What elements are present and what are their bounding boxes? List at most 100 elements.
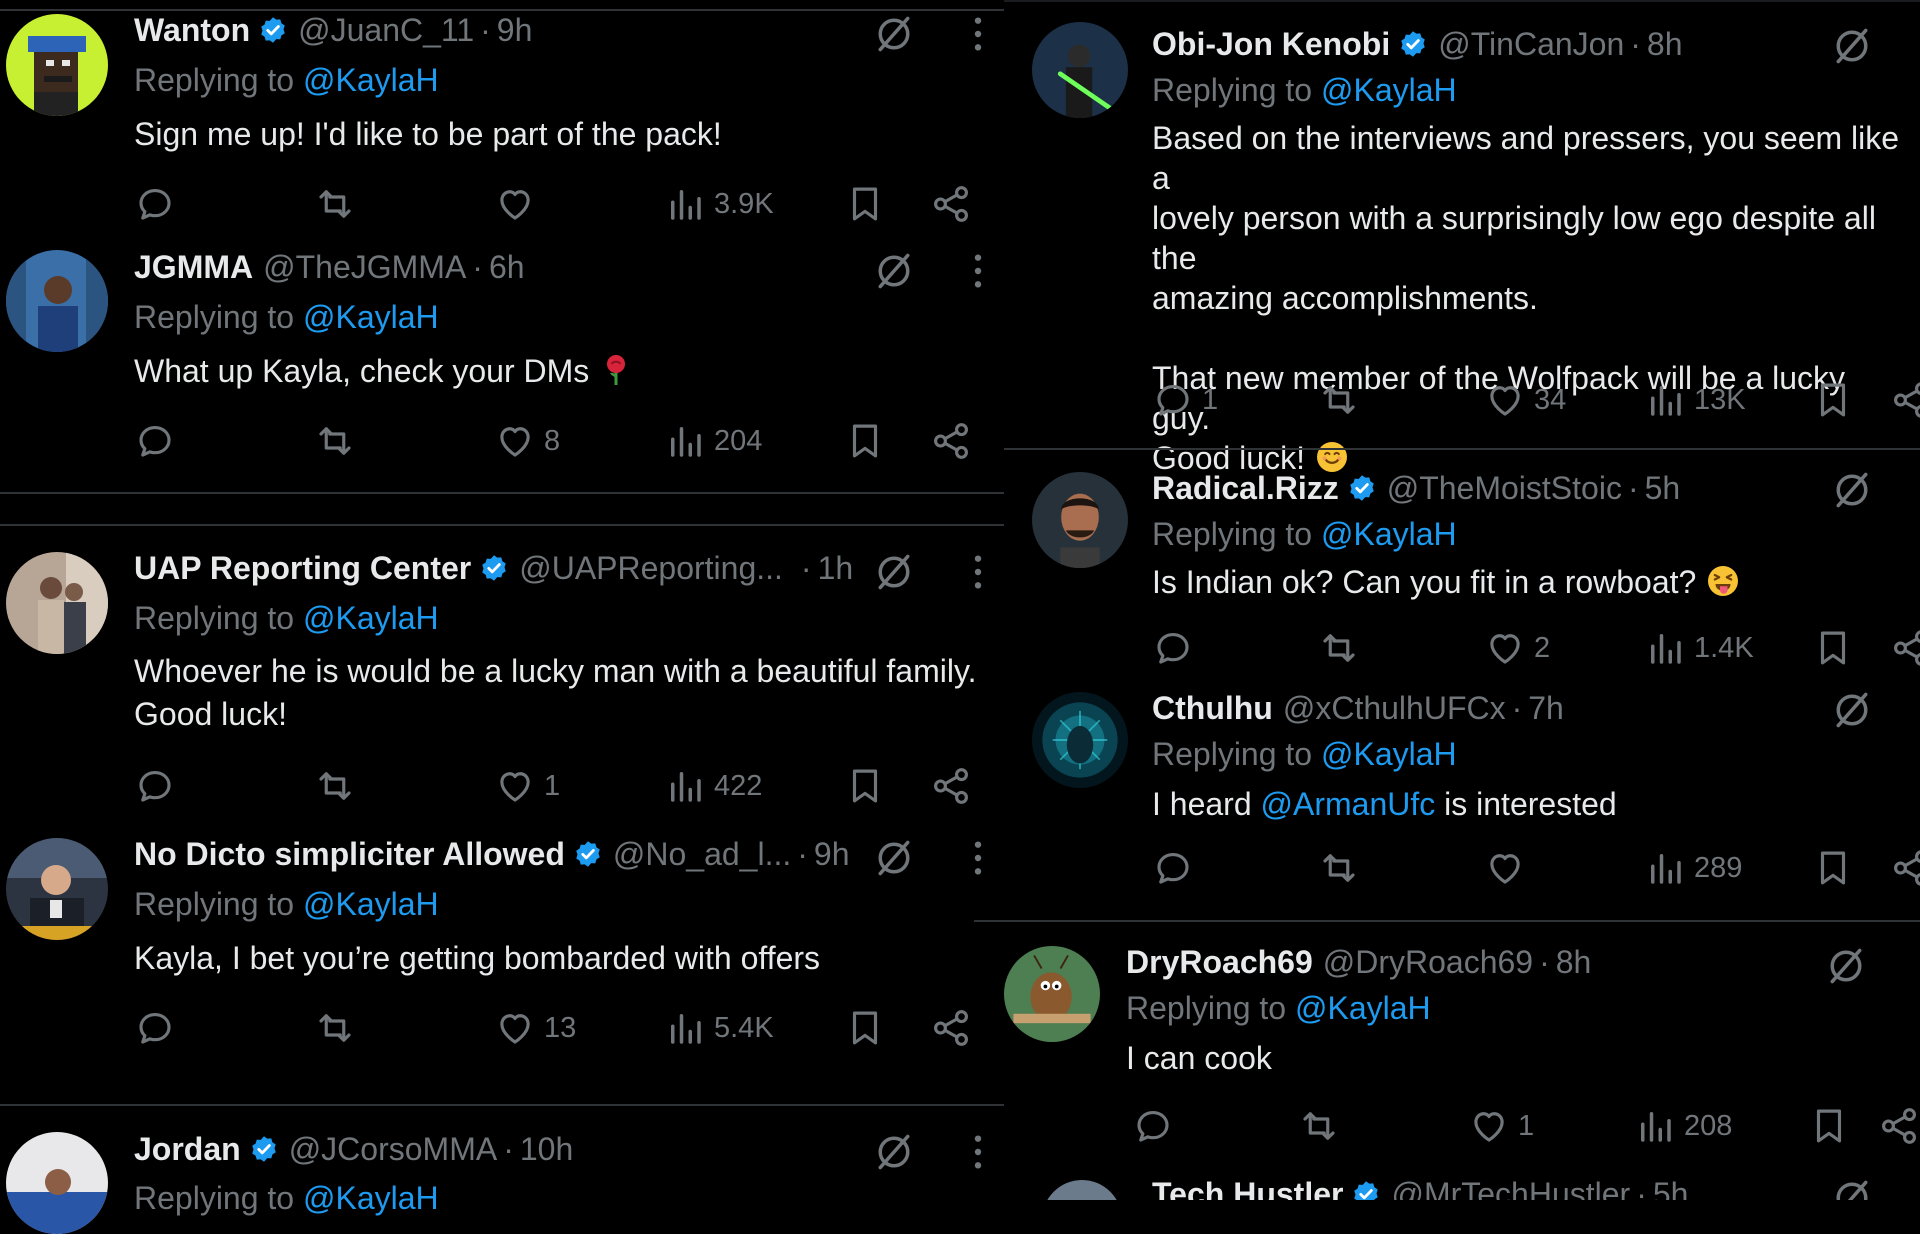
reply-button[interactable] [1132,1102,1174,1150]
timestamp[interactable]: 8h [1647,26,1683,63]
tweet-obi-jon-kenobi[interactable]: Obi-Jon Kenobi @TinCanJon · 8h Replying … [1004,0,1920,476]
share-button[interactable] [1878,1102,1920,1150]
grok-icon[interactable] [1830,24,1874,68]
more-vertical-icon[interactable] [972,1132,984,1172]
display-name[interactable]: JGMMA [134,249,253,286]
handle[interactable]: @xCthulhUFCx [1283,690,1506,727]
avatar[interactable] [1042,1180,1122,1200]
like-button[interactable] [1484,844,1526,892]
tweet-no-dicto-simpliciter-allowed[interactable]: No Dicto simpliciter Allowed @No_ad_l...… [0,830,1004,1080]
avatar[interactable] [6,552,108,654]
share-button[interactable] [930,417,972,465]
handle[interactable]: @JCorsoMMA [289,1131,498,1168]
handle[interactable]: @TheMoistStoic [1387,470,1622,507]
grok-icon[interactable] [1830,468,1874,512]
grok-icon[interactable] [872,836,916,880]
share-button[interactable] [930,762,972,810]
timestamp[interactable]: 7h [1528,690,1564,727]
avatar[interactable] [6,838,108,940]
like-button[interactable]: 1 [494,762,560,810]
avatar[interactable] [6,250,108,352]
avatar[interactable] [1032,472,1128,568]
handle[interactable]: @TheJGMMA [263,249,466,286]
bookmark-button[interactable] [844,180,886,228]
avatar[interactable] [6,1132,108,1234]
display-name[interactable]: Obi-Jon Kenobi [1152,26,1390,63]
grok-icon[interactable] [1830,688,1874,732]
avatar[interactable] [1004,946,1100,1042]
views-button[interactable]: 422 [664,762,762,810]
replying-to-mention[interactable]: @KaylaH [303,600,439,636]
display-name[interactable]: Radical.Rizz [1152,470,1339,507]
timestamp[interactable]: 9h [814,836,850,873]
display-name[interactable]: DryRoach69 [1126,944,1313,981]
timestamp[interactable]: 5h [1653,1176,1689,1201]
tweet-cthulhu[interactable]: Cthulhu @xCthulhUFCx · 7h Replying to @K… [1004,672,1920,920]
display-name[interactable]: Tech Hustler [1152,1176,1343,1201]
handle[interactable]: @TinCanJon [1438,26,1624,63]
tweet-wanton[interactable]: Wanton @JuanC_11 · 9h Replying to @Kayla… [0,0,1004,245]
reply-button[interactable] [134,762,176,810]
views-button[interactable]: 13K [1644,376,1746,424]
bookmark-button[interactable] [844,762,886,810]
replying-to-mention[interactable]: @KaylaH [303,886,439,922]
display-name[interactable]: Cthulhu [1152,690,1273,727]
tweet-jgmma[interactable]: JGMMA @TheJGMMA · 6h Replying to @KaylaH… [0,245,1004,490]
tweet-uap-reporting-center[interactable]: UAP Reporting Center @UAPReporting... · … [0,540,1004,830]
retweet-button[interactable] [1318,844,1360,892]
timestamp[interactable]: 1h [818,550,854,587]
retweet-button[interactable] [314,417,356,465]
views-button[interactable]: 208 [1634,1102,1732,1150]
bookmark-button[interactable] [1812,844,1854,892]
reply-button[interactable] [134,1004,176,1052]
more-vertical-icon[interactable] [972,838,984,878]
grok-icon[interactable] [872,12,916,56]
like-button[interactable]: 13 [494,1004,576,1052]
timestamp[interactable]: 10h [520,1131,573,1168]
grok-icon[interactable] [1824,944,1868,988]
replying-to-mention[interactable]: @KaylaH [1321,72,1457,108]
reply-button[interactable]: 1 [1152,376,1218,424]
timestamp[interactable]: 6h [489,249,525,286]
replying-to-mention[interactable]: @KaylaH [1321,736,1457,772]
grok-icon[interactable] [1830,1176,1874,1200]
tweet-mention-link[interactable]: @ArmanUfc [1261,786,1436,822]
replying-to-mention[interactable]: @KaylaH [1295,990,1431,1026]
share-button[interactable] [930,180,972,228]
replying-to-mention[interactable]: @KaylaH [1321,516,1457,552]
retweet-button[interactable] [1298,1102,1340,1150]
more-vertical-icon[interactable] [972,552,984,592]
reply-button[interactable] [134,180,176,228]
like-button[interactable]: 2 [1484,624,1550,672]
retweet-button[interactable] [314,1004,356,1052]
share-button[interactable] [1890,844,1920,892]
grok-icon[interactable] [872,249,916,293]
more-vertical-icon[interactable] [972,14,984,54]
avatar[interactable] [6,14,108,116]
tweet-dryroach69[interactable]: DryRoach69 @DryRoach69 · 8h Replying to … [1004,922,1920,1182]
bookmark-button[interactable] [844,417,886,465]
timestamp[interactable]: 5h [1645,470,1681,507]
timestamp[interactable]: 8h [1556,944,1592,981]
like-button[interactable]: 1 [1468,1102,1534,1150]
bookmark-button[interactable] [1812,376,1854,424]
retweet-button[interactable] [1318,376,1360,424]
handle[interactable]: @JuanC_11 [298,12,474,49]
avatar[interactable] [1032,692,1128,788]
share-button[interactable] [930,1004,972,1052]
retweet-button[interactable] [314,180,356,228]
reply-button[interactable] [1152,624,1194,672]
handle[interactable]: @DryRoach69 [1323,944,1533,981]
views-button[interactable]: 3.9K [664,180,774,228]
like-button[interactable] [494,180,536,228]
display-name[interactable]: No Dicto simpliciter Allowed [134,836,565,873]
views-button[interactable]: 289 [1644,844,1742,892]
retweet-button[interactable] [1318,624,1360,672]
handle[interactable]: @No_ad_l... [613,836,791,873]
more-vertical-icon[interactable] [972,251,984,291]
handle[interactable]: @UAPReporting... [519,550,783,587]
views-button[interactable]: 1.4K [1644,624,1754,672]
views-button[interactable]: 204 [664,417,762,465]
reply-button[interactable] [1152,844,1194,892]
display-name[interactable]: Wanton [134,12,250,49]
